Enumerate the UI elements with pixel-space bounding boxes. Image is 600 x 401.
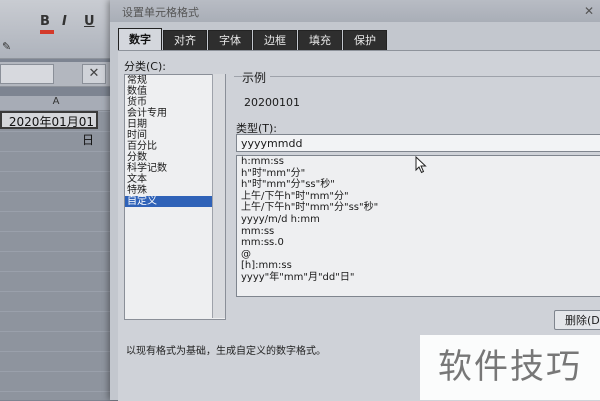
- dialog-title: 设置单元格格式: [122, 6, 199, 19]
- tab-number[interactable]: 数字: [118, 28, 162, 50]
- category-item[interactable]: 货币: [125, 97, 225, 108]
- italic-button[interactable]: I: [62, 14, 67, 29]
- tab-font[interactable]: 字体: [208, 30, 252, 50]
- format-list[interactable]: h:mm:ss h"时"mm"分" h"时"mm"分"ss"秒" 上午/下午h"…: [236, 155, 600, 297]
- category-item[interactable]: 常规: [125, 75, 225, 86]
- format-item[interactable]: 上午/下午h"时"mm"分"ss"秒": [237, 202, 600, 214]
- format-painter-icon[interactable]: ✎: [2, 40, 11, 53]
- tab-protection[interactable]: 保护: [343, 30, 387, 50]
- category-item[interactable]: 会计专用: [125, 108, 225, 119]
- sample-label: 示例: [242, 69, 271, 86]
- category-label: 分类(C):: [124, 60, 166, 73]
- format-item[interactable]: [h]:mm:ss: [237, 260, 600, 272]
- category-item[interactable]: 时间: [125, 130, 225, 141]
- sample-value: 20200101: [244, 96, 300, 109]
- font-color-swatch[interactable]: [40, 30, 54, 34]
- category-list[interactable]: 常规 数值 货币 会计专用 日期 时间 百分比 分数 科学记数 文本 特殊 自定…: [124, 74, 226, 320]
- selected-cell[interactable]: 2020年01月01日: [0, 111, 98, 147]
- category-item-custom[interactable]: 自定义: [125, 196, 225, 207]
- mouse-cursor-icon: [415, 156, 427, 174]
- format-item[interactable]: yyyy"年"mm"月"dd"日": [237, 272, 600, 284]
- close-icon[interactable]: ✕: [578, 0, 600, 22]
- tab-border[interactable]: 边框: [253, 30, 297, 50]
- custom-format-hint: 以现有格式为基础，生成自定义的数字格式。: [126, 346, 326, 357]
- format-item[interactable]: @: [237, 249, 600, 261]
- cancel-formula-icon[interactable]: ✕: [82, 64, 106, 84]
- category-scrollbar[interactable]: [212, 74, 225, 318]
- dialog-tabs: 数字 对齐 字体 边框 填充 保护: [118, 28, 388, 50]
- type-input[interactable]: yyyymmdd: [236, 134, 600, 152]
- tab-alignment[interactable]: 对齐: [163, 30, 207, 50]
- format-item[interactable]: yyyy/m/d h:mm: [237, 214, 600, 226]
- category-item[interactable]: 分数: [125, 152, 225, 163]
- category-item[interactable]: 科学记数: [125, 163, 225, 174]
- delete-button[interactable]: 删除(D): [554, 310, 600, 330]
- category-item[interactable]: 文本: [125, 174, 225, 185]
- category-item[interactable]: 数值: [125, 86, 225, 97]
- name-box[interactable]: [0, 64, 54, 84]
- worksheet-grid[interactable]: [0, 111, 112, 400]
- format-item[interactable]: h"时"mm"分"ss"秒": [237, 179, 600, 191]
- category-item[interactable]: 日期: [125, 119, 225, 130]
- underline-button[interactable]: U: [84, 14, 95, 29]
- tab-fill[interactable]: 填充: [298, 30, 342, 50]
- formula-bar: ✕: [0, 62, 112, 87]
- watermark: 软件技巧: [420, 335, 600, 400]
- format-item[interactable]: mm:ss: [237, 226, 600, 238]
- column-header-a[interactable]: A: [0, 96, 112, 111]
- category-item[interactable]: 百分比: [125, 141, 225, 152]
- format-item[interactable]: mm:ss.0: [237, 237, 600, 249]
- format-item[interactable]: 上午/下午h"时"mm"分": [237, 191, 600, 203]
- excel-ribbon: B I U ✎: [0, 0, 110, 59]
- bold-button[interactable]: B: [40, 14, 50, 29]
- category-item[interactable]: 特殊: [125, 185, 225, 196]
- dialog-title-bar[interactable]: 设置单元格格式 ✕: [110, 0, 600, 22]
